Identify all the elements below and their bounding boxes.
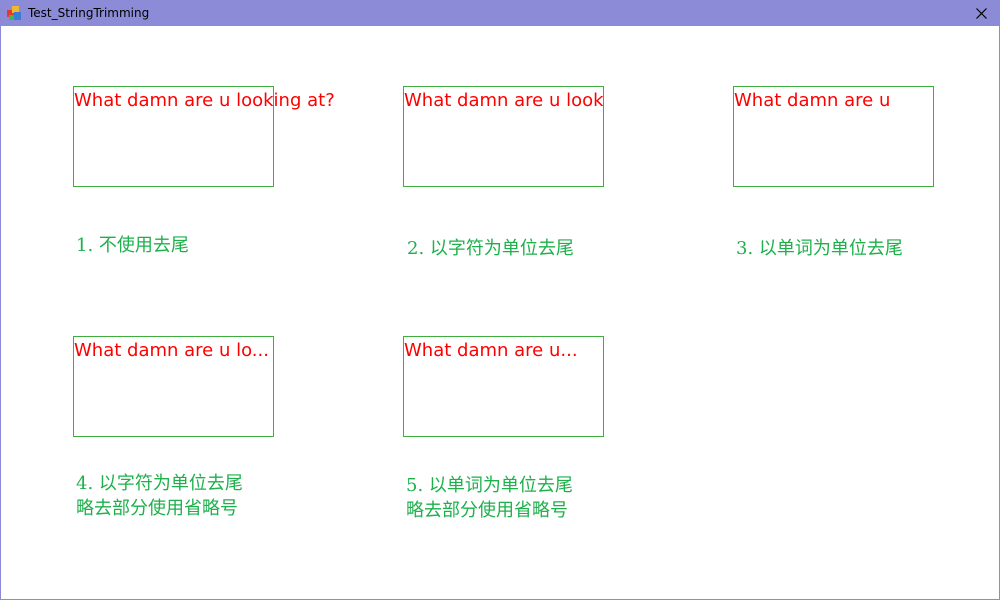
caption-4-line-1: 4. 以字符为单位去尾 [76, 473, 243, 494]
caption-5-line-1: 5. 以单词为单位去尾 [406, 475, 573, 496]
caption-4-line-2: 略去部分使用省略号 [76, 498, 238, 519]
window-title: Test_StringTrimming [28, 6, 150, 20]
title-bar[interactable]: Test_StringTrimming [1, 1, 999, 26]
sample-text-5: What damn are u... [404, 341, 578, 361]
caption-3: 3. 以单词为单位去尾 [736, 238, 903, 259]
client-area: What damn are u looking at? 1. 不使用去尾 Wha… [2, 26, 998, 599]
caption-5-line-2: 略去部分使用省略号 [406, 500, 568, 521]
sample-text-2: What damn are u look [404, 91, 603, 111]
close-button[interactable] [965, 1, 999, 26]
sample-text-3: What damn are u [734, 91, 891, 111]
app-window: Test_StringTrimming What damn are u look… [0, 0, 1000, 600]
sample-text-4: What damn are u lo... [74, 341, 269, 361]
sample-text-1: What damn are u looking at? [74, 90, 335, 111]
caption-2: 2. 以字符为单位去尾 [407, 238, 574, 259]
close-icon [976, 8, 987, 19]
caption-1: 1. 不使用去尾 [76, 235, 189, 256]
app-icon [7, 6, 21, 20]
